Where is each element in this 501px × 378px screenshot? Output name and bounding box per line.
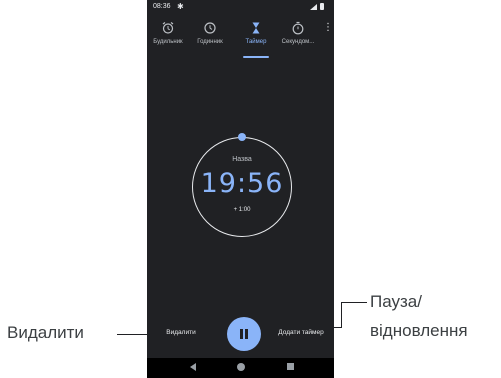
active-tab-indicator [243, 56, 269, 58]
tab-timer[interactable]: Таймер [235, 20, 277, 56]
stopwatch-icon [292, 21, 304, 35]
callout-pause-hline [341, 302, 367, 303]
timer-progress-dot [238, 133, 246, 141]
status-time: 08:36 [153, 3, 171, 10]
status-bar: 08:36 ✱ [147, 0, 334, 14]
gear-icon: ✱ [177, 2, 184, 11]
timer-label[interactable]: Назва [192, 156, 292, 163]
navigation-bar [147, 358, 334, 378]
phone-screen: 08:36 ✱ Будильник Годинник Таймер Секунд… [147, 0, 334, 378]
battery-icon [320, 3, 324, 10]
more-options-icon[interactable]: ⋮ [323, 21, 333, 35]
add-timer-button[interactable]: Додати таймер [271, 329, 331, 339]
hourglass-icon [252, 22, 260, 34]
delete-button[interactable]: Видалити [161, 329, 201, 339]
callout-delete: Видалити [7, 323, 84, 342]
back-icon[interactable] [190, 363, 196, 371]
callout-delete-line [117, 334, 150, 335]
signal-icon [310, 4, 317, 10]
callout-pause-line2: відновлення [370, 321, 468, 340]
tab-stopwatch[interactable]: Секундом... [277, 20, 319, 56]
tab-alarm-label: Будильник [153, 39, 183, 45]
tab-stopwatch-label: Секундом... [281, 39, 315, 45]
tab-clock-label: Годинник [197, 39, 223, 45]
pause-button[interactable] [227, 317, 261, 351]
callout-pause-line1: Пауза/ [370, 292, 422, 311]
tab-bar: Будильник Годинник Таймер Секундом... [147, 20, 334, 60]
recents-icon[interactable] [287, 363, 294, 370]
tab-timer-label: Таймер [245, 39, 267, 45]
tab-alarm[interactable]: Будильник [147, 20, 189, 56]
callout-pause-vline [341, 302, 342, 327]
tab-clock[interactable]: Годинник [189, 20, 231, 56]
add-minute-button[interactable]: + 1:00 [192, 207, 292, 213]
callout-pause-connector [266, 327, 342, 328]
timer-time: 19:56 [200, 168, 284, 199]
alarm-icon [162, 22, 174, 34]
clock-icon [204, 22, 216, 34]
home-icon[interactable] [237, 363, 245, 371]
